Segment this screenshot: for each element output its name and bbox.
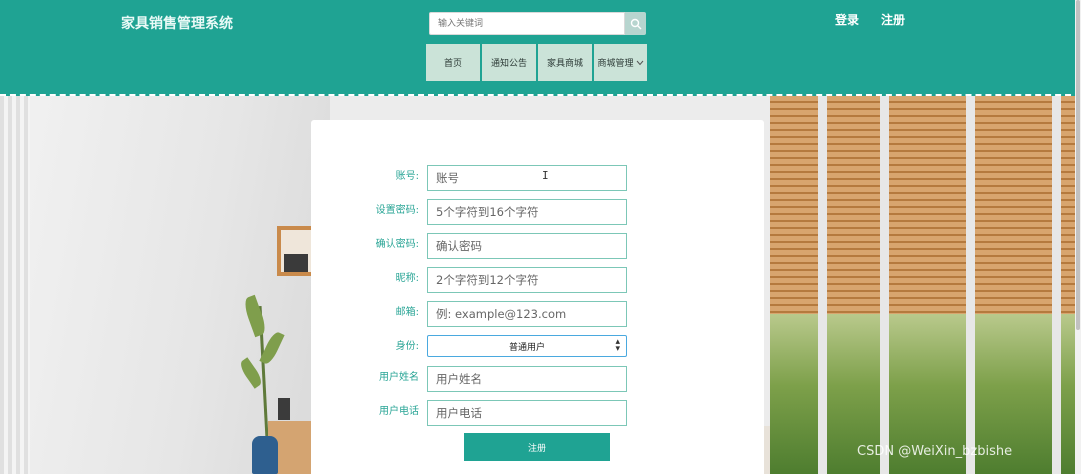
window-post	[880, 96, 889, 474]
nav-mall-management[interactable]: 商城管理	[594, 44, 647, 81]
password-label: 设置密码:	[375, 205, 419, 216]
chevron-down-icon	[636, 60, 643, 65]
search-icon	[630, 18, 641, 29]
role-label: 身份:	[395, 341, 419, 352]
wall-panel	[0, 96, 30, 474]
window-post	[966, 96, 975, 474]
nav-furniture-mall[interactable]: 家具商城	[538, 44, 592, 81]
top-header: 家具销售管理系统 登录 注册 首页 通知公告 家具商城 商城管理	[0, 0, 1081, 96]
register-form: 账号: 设置密码: 确认密码: 昵称: 邮箱: 身份: 普通用户 ▴▾ 用户姓名…	[311, 120, 764, 474]
email-input[interactable]	[427, 301, 627, 327]
form-row-phone: 用户电话	[311, 400, 764, 426]
form-row-password: 设置密码:	[311, 199, 764, 225]
window-post	[1052, 96, 1061, 474]
window-post	[818, 96, 827, 474]
search-bar	[429, 12, 646, 35]
text-cursor-icon: I	[542, 169, 549, 182]
register-button[interactable]: 注册	[464, 433, 610, 461]
scrollbar-thumb[interactable]	[1076, 0, 1080, 330]
watermark: CSDN @WeiXin_bzbishe	[857, 444, 1013, 459]
main-nav: 首页 通知公告 家具商城 商城管理	[426, 44, 647, 81]
confirm-password-input[interactable]	[427, 233, 627, 259]
login-link[interactable]: 登录	[835, 11, 859, 28]
select-updown-icon: ▴ ▾	[615, 337, 620, 354]
name-label: 用户姓名	[379, 372, 419, 383]
phone-input[interactable]	[427, 400, 627, 426]
window-blinds	[770, 96, 1081, 314]
nickname-input[interactable]	[427, 267, 627, 293]
account-label: 账号:	[395, 171, 419, 182]
confirm-password-label: 确认密码:	[375, 239, 419, 250]
nav-notices[interactable]: 通知公告	[482, 44, 536, 81]
name-input[interactable]	[427, 366, 627, 392]
vase	[252, 436, 278, 474]
form-row-email: 邮箱:	[311, 301, 764, 327]
search-button[interactable]	[625, 12, 646, 35]
nav-home[interactable]: 首页	[426, 44, 480, 81]
nickname-label: 昵称:	[395, 273, 419, 284]
form-row-name: 用户姓名	[311, 366, 764, 392]
form-row-confirm-password: 确认密码:	[311, 233, 764, 259]
site-title: 家具销售管理系统	[121, 16, 233, 32]
role-select[interactable]: 普通用户 ▴ ▾	[427, 335, 627, 357]
search-input[interactable]	[429, 12, 625, 35]
password-input[interactable]	[427, 199, 627, 225]
role-selected-value: 普通用户	[508, 342, 545, 353]
form-row-nickname: 昵称:	[311, 267, 764, 293]
email-label: 邮箱:	[395, 307, 419, 318]
form-row-role: 身份: 普通用户 ▴ ▾	[311, 335, 764, 361]
shelf-box	[284, 254, 308, 272]
form-row-account: 账号:	[311, 165, 764, 191]
register-link[interactable]: 注册	[881, 11, 905, 28]
phone-label: 用户电话	[379, 406, 419, 417]
speaker	[278, 398, 290, 420]
account-input[interactable]	[427, 165, 627, 191]
